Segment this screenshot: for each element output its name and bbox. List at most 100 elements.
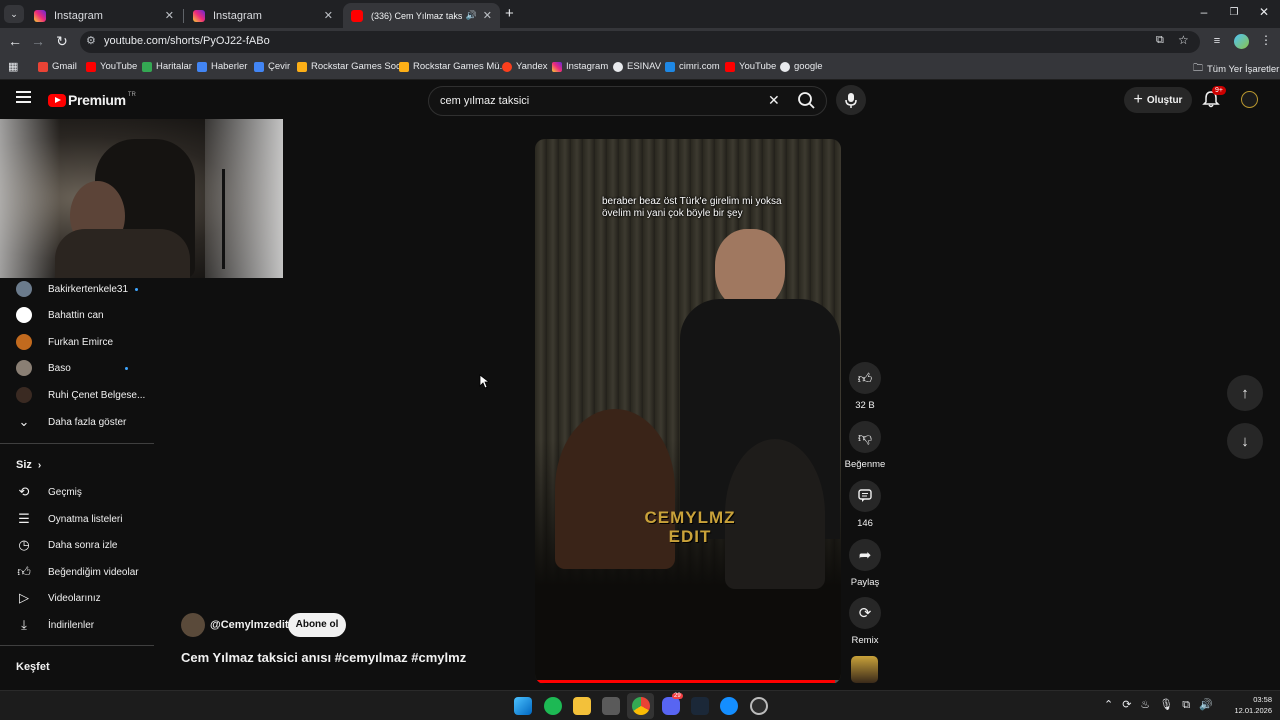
media-control-icon[interactable]: ≡ [1207,35,1227,47]
bookmark-label: YouTube [100,61,138,72]
menu-icon[interactable]: ⋮ [1256,33,1276,47]
previous-short-button[interactable]: ↑ [1227,375,1263,411]
hamburger-menu-icon[interactable] [16,91,31,103]
store-icon[interactable] [602,697,620,715]
chrome-icon[interactable] [632,697,650,715]
you-section-header[interactable]: Siz › [16,459,41,471]
chevron-down-icon: ⌄ [18,414,30,429]
subscription-item[interactable]: Bahattin can [16,304,156,326]
subscription-item[interactable]: Baso [16,357,156,379]
progress-track[interactable] [535,680,841,683]
subscription-item[interactable]: Ruhi Çenet Belgese... [16,384,156,406]
tab-instagram-1[interactable]: Instagram ✕ [26,3,182,28]
battlenet-icon[interactable] [720,697,738,715]
show-more-button[interactable]: ⌄ Daha fazla göster [16,411,156,433]
bookmark-news[interactable]: Haberler [197,61,247,72]
short-title[interactable]: Cem Yılmaz taksici anısı #cemyılmaz #cmy… [181,650,466,665]
site-info-icon[interactable]: ⚙ [86,34,96,47]
account-avatar[interactable] [1241,91,1258,108]
minimize-button[interactable]: – [1189,5,1219,19]
bookmark-youtube-2[interactable]: YouTube [725,61,776,72]
voice-search-button[interactable] [836,85,866,115]
dislike-button[interactable]: 👎︎ [849,421,881,453]
reload-button[interactable]: ↻ [52,33,72,50]
all-bookmarks[interactable]: 🗀 Tüm Yer İşaretleri [1193,61,1280,78]
sidebar-item-watch-later[interactable]: ◷ Daha sonra izle [16,534,156,556]
bookmark-instagram[interactable]: Instagram [552,61,608,72]
sidebar-item-your-videos[interactable]: ▷ Videolarınız [16,587,156,609]
search-button[interactable] [788,87,826,115]
share-button[interactable]: ➦ [849,539,881,571]
clear-search-icon[interactable]: ✕ [768,92,780,109]
address-bar[interactable]: ⚙ youtube.com/shorts/PyOJ22-fABo ⧉ ☆ [80,31,1200,53]
forward-button[interactable]: → [28,33,48,49]
sidebar-item-downloads[interactable]: ⤓ İndirilenler [16,614,156,636]
steam-icon[interactable] [691,697,709,715]
apps-grid-icon[interactable]: ▦ [8,60,18,73]
youtube-logo[interactable]: Premium TR [48,92,136,108]
bookmark-maps[interactable]: Haritalar [142,61,192,72]
like-button[interactable]: 👍︎ [849,362,881,394]
restore-button[interactable]: ❐ [1219,7,1249,18]
browser-toolbar: ← → ↻ ⚙ youtube.com/shorts/PyOJ22-fABo ⧉… [0,28,1280,56]
notifications-button[interactable]: 9+ [1202,86,1226,112]
arrow-up-icon: ↑ [1241,384,1249,402]
bookmark-esinav[interactable]: ESINAV [613,61,661,72]
bookmark-star-icon[interactable]: ☆ [1178,33,1189,47]
bookmark-google[interactable]: google [780,61,823,72]
comments-action: 146 [845,480,885,529]
comment-icon [858,489,872,502]
back-button[interactable]: ← [5,33,25,49]
create-button[interactable]: + Oluştur [1124,87,1192,113]
channel-avatar[interactable] [181,613,205,637]
bookmark-youtube[interactable]: YouTube [86,61,137,72]
bookmark-cimri[interactable]: cimri.com [665,61,720,72]
subscription-item[interactable]: Bakirkertenkele31 [16,278,156,300]
bookmark-yandex[interactable]: Yandex [502,61,548,72]
subscription-item[interactable]: Furkan Emirce [16,331,156,353]
clock[interactable]: 03:58 12.01.2026 [1222,694,1272,716]
bookmark-rockstar-social[interactable]: Rockstar Games Soc... [297,61,409,72]
dislike-action: 👎︎ Beğenme [845,421,885,470]
globe-icon [613,61,623,72]
search-input[interactable]: cem yılmaz taksici ✕ [428,86,827,116]
bookmark-translate[interactable]: Çevir [254,61,290,72]
tab-instagram-2[interactable]: Instagram ✕ [185,3,341,28]
like-count: 32 B [855,400,875,411]
close-tab-icon[interactable]: ✕ [324,9,333,22]
subscribe-button[interactable]: Abone ol [288,613,346,637]
profile-avatar[interactable] [1234,34,1249,49]
next-short-button[interactable]: ↓ [1227,423,1263,459]
sidebar-item-liked-videos[interactable]: 👍︎ Beğendiğim videolar [16,561,156,583]
show-more-label: Daha fazla göster [48,416,127,428]
yandex-icon [502,61,512,72]
shorts-video-player[interactable]: beraber beaz öst Türk'e girelim mi yoksa… [535,139,841,684]
file-explorer-icon[interactable] [573,697,591,715]
sidebar-item-playlists[interactable]: ☰ Oynatma listeleri [16,508,156,530]
close-tab-icon[interactable]: ✕ [483,9,492,22]
spotify-icon[interactable] [544,697,562,715]
new-tab-button[interactable]: + [505,5,514,22]
discord-icon[interactable]: 29 [662,693,683,715]
system-tray-icons[interactable]: ⌃⟳♨🎙⧉🔊 [1104,698,1222,712]
sidebar-item-history[interactable]: ⟲ Geçmiş [16,481,156,503]
app-icon[interactable] [750,697,768,715]
sidebar-item-label: Oynatma listeleri [48,513,123,525]
tab-search-icon[interactable]: ⌄ [4,5,24,23]
dislike-label: Beğenme [844,459,886,470]
bookmark-rockstar-music[interactable]: Rockstar Games Mü... [399,61,508,72]
comments-button[interactable] [849,480,881,512]
clock-icon: ◷ [18,537,30,552]
video-caption: beraber beaz öst Türk'e girelim mi yoksa… [602,196,782,220]
speaker-icon[interactable]: 🔊 [466,10,477,21]
remix-button[interactable]: ⟳ [849,597,881,629]
audio-thumbnail[interactable] [851,656,878,683]
close-tab-icon[interactable]: ✕ [165,9,174,22]
start-windows-icon[interactable] [514,697,532,715]
install-app-icon[interactable]: ⧉ [1156,34,1164,47]
tab-youtube-active[interactable]: (336) Cem Yılmaz taksici anı 🔊 ✕ [343,3,500,28]
bookmark-gmail[interactable]: Gmail [38,61,77,72]
folder-icon: 🗀 [1193,63,1203,74]
channel-handle[interactable]: @Cemylmzedit [210,619,289,631]
close-window-button[interactable]: ✕ [1249,5,1279,19]
